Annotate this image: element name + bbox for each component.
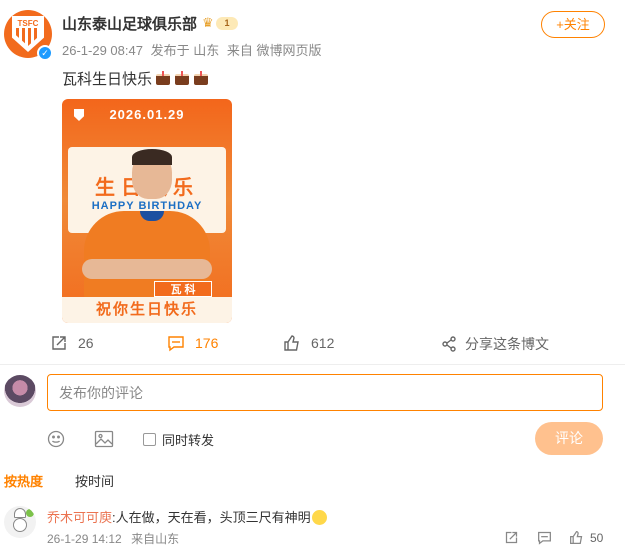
divider [0, 364, 625, 365]
emoji-button[interactable] [47, 430, 65, 453]
comment-like-button[interactable] [569, 530, 584, 550]
vip-level: 1 [216, 17, 238, 30]
comment-icon [168, 336, 184, 352]
chef-hat [14, 508, 26, 518]
repost-count: 26 [78, 335, 94, 351]
avatar-face [13, 518, 27, 532]
comment-like-count: 50 [590, 531, 604, 545]
comment-reply-button[interactable] [537, 530, 552, 550]
post-meta: 26-1-29 08:47 发布于 山东 来自 微博网页版 [62, 40, 325, 59]
repost-button[interactable]: 26 [50, 334, 94, 352]
submit-comment-button[interactable]: 评论 [535, 422, 603, 455]
thumbs-up-icon [284, 335, 299, 351]
birthday-cake-icon [193, 71, 209, 85]
comment-location: 来自山东 [131, 532, 180, 546]
image-player-name: 瓦 科 [154, 281, 212, 297]
vip-badge[interactable]: ♛ 1 [202, 16, 238, 32]
comment-text: 乔木可可庾:人在做，天在看，头顶三尺有神明 [47, 507, 327, 526]
author-name[interactable]: 山东泰山足球俱乐部 [62, 13, 197, 34]
repost-icon [52, 336, 66, 350]
birthday-cake-icon [155, 71, 171, 85]
comment-time: 26-1-29 14:12 [47, 532, 122, 546]
player-hair [132, 149, 172, 165]
current-user-avatar[interactable] [4, 375, 36, 407]
repost-checkbox[interactable]: 同时转发 [143, 430, 214, 449]
leaf-decoration [26, 509, 34, 517]
share-icon [442, 336, 456, 352]
share-button[interactable]: 分享这条博文 [441, 334, 549, 354]
commenter-avatar[interactable] [4, 506, 36, 538]
thumbs-up-icon [570, 531, 583, 544]
repost-icon [505, 531, 518, 544]
image-upload-button[interactable] [94, 430, 114, 453]
comment-content: :人在做，天在看，头顶三尺有神明 [112, 510, 311, 525]
post-image[interactable]: 2026.01.29 生日快乐 HAPPY BIRTHDAY 瓦 科 祝你生日快… [62, 99, 232, 323]
emoji-icon [47, 430, 65, 448]
comment-button[interactable]: 176 [167, 334, 218, 352]
post-source: 来自 微博网页版 [226, 43, 322, 58]
tab-sort-hot[interactable]: 按热度 [4, 471, 43, 490]
image-wish: 祝你生日快乐 [62, 297, 232, 323]
post-time[interactable]: 26-1-29 08:47 [62, 43, 143, 58]
like-count: 612 [311, 335, 335, 351]
birthday-cake-icon [174, 71, 190, 85]
avatar-logo-text: TSFC [17, 19, 39, 28]
commenter-name[interactable]: 乔木可可庾 [47, 510, 112, 525]
tab-sort-time[interactable]: 按时间 [75, 471, 114, 490]
comment-repost-button[interactable] [504, 530, 519, 550]
repost-checkbox-label: 同时转发 [162, 433, 215, 448]
follow-button[interactable]: +关注 [541, 11, 605, 38]
image-icon [94, 430, 114, 448]
action-bar: 26 176 612 分享这条博文 [0, 330, 625, 358]
player-arms [82, 259, 212, 279]
emoji-icon [311, 510, 327, 525]
verified-badge-icon: ✓ [37, 45, 53, 61]
share-label: 分享这条博文 [465, 336, 549, 352]
comment-meta: 26-1-29 14:12 来自山东 [47, 530, 185, 547]
comment-input[interactable] [47, 374, 603, 411]
post-text-content: 瓦科生日快乐 [62, 71, 153, 88]
comment-count: 176 [195, 335, 219, 351]
image-date: 2026.01.29 [109, 107, 185, 122]
comment-icon [538, 531, 551, 545]
checkbox-box[interactable] [143, 433, 156, 446]
post-location: 发布于 山东 [150, 43, 220, 58]
like-button[interactable]: 612 [283, 334, 334, 352]
post-text: 瓦科生日快乐 [62, 68, 209, 89]
